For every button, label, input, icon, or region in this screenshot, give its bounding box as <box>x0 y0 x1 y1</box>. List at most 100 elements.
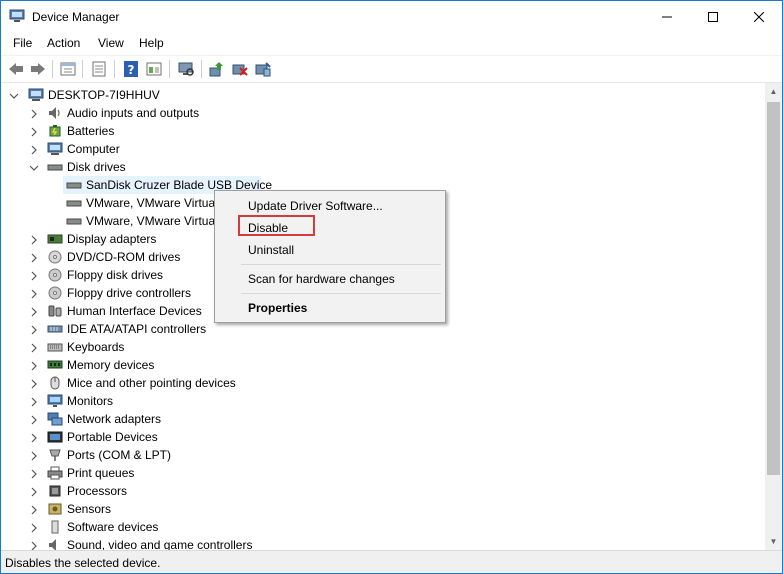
chevron-right-icon[interactable] <box>29 504 39 515</box>
portable-device-icon <box>47 430 63 444</box>
disk-drive-icon <box>66 214 82 228</box>
tree-root-label: DESKTOP-7I9HHUV <box>48 88 160 102</box>
tree-item-label: Human Interface Devices <box>67 304 202 318</box>
chevron-right-icon[interactable] <box>29 342 39 353</box>
tree-item-label: Sound, video and game controllers <box>67 538 253 550</box>
chevron-right-icon[interactable] <box>29 468 39 479</box>
tree-category-audio[interactable]: Audio inputs and outputs <box>1 104 761 122</box>
chevron-right-icon[interactable] <box>29 378 39 389</box>
tree-item-label: Portable Devices <box>67 430 158 444</box>
tree-item-label: Network adapters <box>67 412 162 426</box>
keyboard-icon <box>47 340 63 354</box>
chevron-right-icon[interactable] <box>29 360 39 371</box>
toolbar-separator <box>201 60 202 78</box>
tree-category-print-queues[interactable]: Print queues <box>1 464 761 482</box>
menu-file[interactable]: File <box>13 36 32 50</box>
scan-icon[interactable] <box>177 60 195 78</box>
chevron-right-icon[interactable] <box>29 270 39 281</box>
tree-category-ports[interactable]: Ports (COM & LPT) <box>1 446 761 464</box>
status-text: Disables the selected device. <box>5 556 161 570</box>
menu-item-disable[interactable]: Disable <box>248 221 288 235</box>
tree-category-monitors[interactable]: Monitors <box>1 392 761 410</box>
chevron-right-icon[interactable] <box>29 522 39 533</box>
toolbar-separator <box>82 60 83 78</box>
tree-category-processors[interactable]: Processors <box>1 482 761 500</box>
tree-category-disk-drives[interactable]: Disk drives <box>1 158 761 176</box>
window-title: Device Manager <box>32 10 120 24</box>
uninstall-device-icon[interactable] <box>254 60 272 78</box>
tree-category-network[interactable]: Network adapters <box>1 410 761 428</box>
back-icon[interactable] <box>7 60 25 78</box>
tree-item-label: DVD/CD-ROM drives <box>67 250 181 264</box>
update-driver-icon[interactable] <box>208 60 226 78</box>
tree-root[interactable]: DESKTOP-7I9HHUV <box>1 86 761 104</box>
chevron-right-icon[interactable] <box>29 306 39 317</box>
speaker-icon <box>47 106 63 120</box>
software-device-icon <box>47 520 63 534</box>
view-icon[interactable] <box>145 60 163 78</box>
show-hidden-icon[interactable] <box>90 60 108 78</box>
disk-drive-icon <box>66 196 82 210</box>
chevron-right-icon[interactable] <box>29 144 39 155</box>
chevron-right-icon[interactable] <box>29 324 39 335</box>
tree-item-label: Batteries <box>67 124 115 138</box>
tree-category-keyboards[interactable]: Keyboards <box>1 338 761 356</box>
ide-icon <box>47 322 63 336</box>
tree-category-portable[interactable]: Portable Devices <box>1 428 761 446</box>
chevron-right-icon[interactable] <box>29 252 39 263</box>
chevron-right-icon[interactable] <box>29 288 39 299</box>
help-icon[interactable]: ? <box>122 60 140 78</box>
floppy-controller-icon <box>47 286 63 300</box>
toolbar-separator <box>114 60 115 78</box>
scroll-up-arrow-icon[interactable]: ▲ <box>765 83 782 100</box>
printer-icon <box>47 466 63 480</box>
disk-drive-icon <box>47 160 63 174</box>
menu-view[interactable]: View <box>98 36 124 50</box>
device-manager-icon <box>9 9 25 23</box>
chevron-down-icon[interactable] <box>9 90 19 100</box>
hid-icon <box>47 304 63 318</box>
tree-category-sensors[interactable]: Sensors <box>1 500 761 518</box>
monitor-icon <box>47 394 63 408</box>
chevron-right-icon[interactable] <box>29 108 39 119</box>
chevron-right-icon[interactable] <box>29 432 39 443</box>
maximize-button[interactable] <box>690 1 736 33</box>
tree-item-label: Memory devices <box>67 358 155 372</box>
menu-item-update-driver[interactable]: Update Driver Software... <box>248 199 383 213</box>
chevron-right-icon[interactable] <box>29 234 39 245</box>
context-menu: Update Driver Software... Disable Uninst… <box>214 190 446 323</box>
close-button[interactable] <box>736 1 782 33</box>
chevron-right-icon[interactable] <box>29 396 39 407</box>
tree-item-label: Audio inputs and outputs <box>67 106 200 120</box>
chevron-right-icon[interactable] <box>29 450 39 461</box>
disable-device-icon[interactable] <box>231 60 249 78</box>
tree-category-mice[interactable]: Mice and other pointing devices <box>1 374 761 392</box>
minimize-button[interactable] <box>644 1 690 33</box>
tree-item-label: Monitors <box>67 394 114 408</box>
tree-category-sound[interactable]: Sound, video and game controllers <box>1 536 761 550</box>
scroll-down-arrow-icon[interactable]: ▼ <box>765 533 782 550</box>
tree-category-computer[interactable]: Computer <box>1 140 761 158</box>
menu-item-properties[interactable]: Properties <box>248 301 307 315</box>
toolbar-separator <box>52 60 53 78</box>
menu-help[interactable]: Help <box>139 36 164 50</box>
chevron-right-icon[interactable] <box>29 540 39 550</box>
tree-category-batteries[interactable]: Batteries <box>1 122 761 140</box>
tree-category-software-devices[interactable]: Software devices <box>1 518 761 536</box>
menu-bar: File Action View Help <box>1 33 782 53</box>
forward-icon[interactable] <box>29 60 47 78</box>
chevron-down-icon[interactable] <box>29 162 39 172</box>
vertical-scrollbar[interactable]: ▲ ▼ <box>765 83 782 550</box>
menu-item-uninstall[interactable]: Uninstall <box>248 243 294 257</box>
chevron-right-icon[interactable] <box>29 486 39 497</box>
menu-item-scan[interactable]: Scan for hardware changes <box>248 272 395 286</box>
properties-view-icon[interactable] <box>59 60 77 78</box>
chevron-right-icon[interactable] <box>29 126 39 137</box>
chevron-right-icon[interactable] <box>29 414 39 425</box>
tree-category-memory[interactable]: Memory devices <box>1 356 761 374</box>
tree-item-label: Floppy disk drives <box>67 268 164 282</box>
floppy-icon <box>47 268 63 282</box>
scrollbar-thumb[interactable] <box>767 102 780 475</box>
menu-action[interactable]: Action <box>47 36 80 50</box>
memory-icon <box>47 358 63 372</box>
